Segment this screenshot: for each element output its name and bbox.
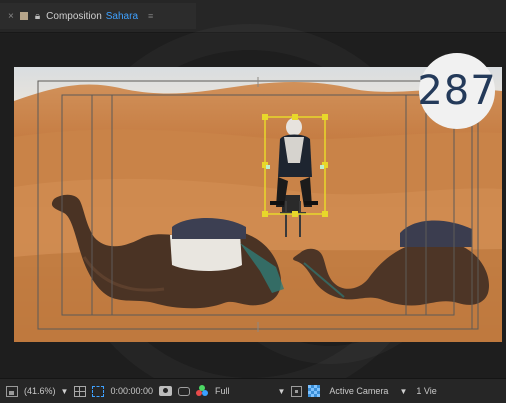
grid-icon[interactable] xyxy=(74,385,87,397)
camera-view-select[interactable]: Active Camera xyxy=(329,386,388,396)
view-layout-select[interactable]: 1 Vie xyxy=(416,386,436,396)
transparency-grid-icon[interactable] xyxy=(308,385,321,397)
viewer-status-bar: (41.6%) ▼ 0:00:00:00 Full ▼ Active Camer… xyxy=(0,378,506,403)
resolution-select[interactable]: Full xyxy=(215,386,230,396)
chevron-down-icon[interactable]: ▼ xyxy=(278,387,286,396)
page-number-badge: 287 xyxy=(417,53,496,129)
zoom-level[interactable]: (41.6%) xyxy=(24,386,56,396)
rgb-channels-icon[interactable] xyxy=(195,385,209,397)
mask-visibility-icon[interactable] xyxy=(92,385,105,397)
chevron-down-icon[interactable]: ▼ xyxy=(61,387,69,396)
region-of-interest-icon[interactable] xyxy=(291,385,303,397)
label-color-swatch xyxy=(19,12,28,20)
current-timecode[interactable]: 0:00:00:00 xyxy=(110,386,153,396)
resolution-icon[interactable] xyxy=(6,385,18,397)
chevron-down-icon[interactable]: ▼ xyxy=(399,387,407,396)
composition-name[interactable]: Sahara xyxy=(106,11,138,22)
tab-prefix-label: Composition xyxy=(46,10,102,22)
show-snapshot-icon[interactable] xyxy=(177,386,190,396)
composition-panel: × 🔒︎ Composition Sahara ≡ 287 (41.6%) ▼ … xyxy=(0,0,506,403)
panel-menu-icon[interactable]: ≡ xyxy=(148,11,153,21)
lock-icon[interactable]: 🔒︎ xyxy=(35,11,40,22)
tab-composition[interactable]: × 🔒︎ Composition Sahara ≡ xyxy=(0,3,196,29)
camera-snapshot-icon[interactable] xyxy=(158,386,172,396)
close-icon[interactable]: × xyxy=(8,11,14,22)
composition-viewer[interactable]: 287 xyxy=(0,34,506,378)
